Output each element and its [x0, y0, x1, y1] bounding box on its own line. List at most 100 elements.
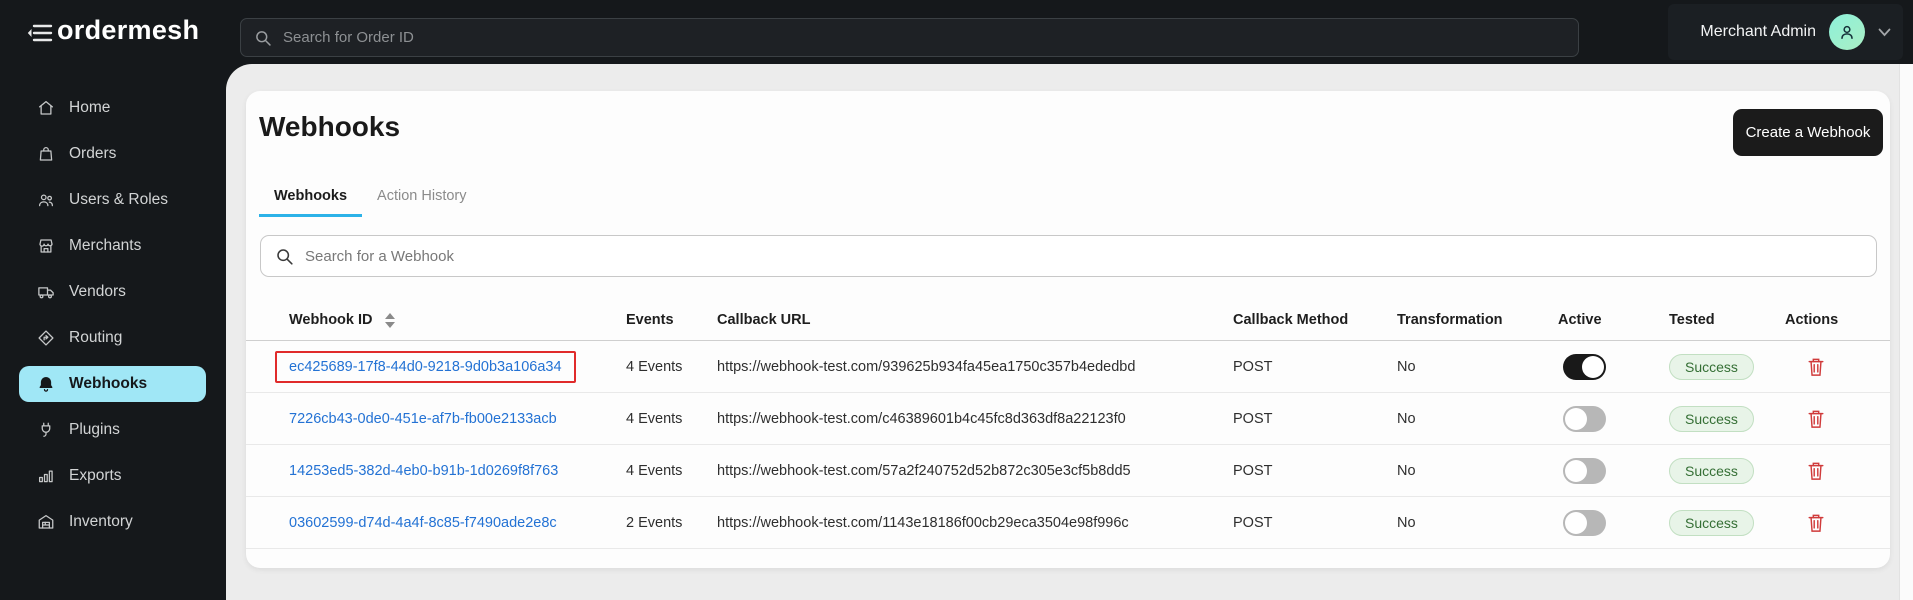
sidebar-item-label: Inventory	[69, 513, 133, 531]
transformation-cell: No	[1397, 463, 1558, 479]
webhook-id-link[interactable]: ec425689-17f8-44d0-9218-9d0b3a106a34	[289, 359, 562, 375]
table-body: ec425689-17f8-44d0-9218-9d0b3a106a34 4 E…	[246, 341, 1890, 549]
tabs: Webhooks Action History	[259, 183, 482, 217]
column-header: Tested	[1669, 312, 1785, 328]
sidebar-item-webhooks[interactable]: Webhooks	[19, 366, 206, 402]
sidebar-item-label: Merchants	[69, 237, 141, 255]
column-header: Actions	[1785, 312, 1890, 328]
callback-url-cell: https://webhook-test.com/1143e18186f00cb…	[717, 515, 1233, 531]
scrollbar[interactable]	[1899, 64, 1913, 600]
column-header: Callback Method	[1233, 312, 1397, 328]
sidebar-item-inventory[interactable]: Inventory	[0, 499, 226, 545]
merchants-icon	[37, 237, 55, 255]
home-icon	[37, 99, 55, 117]
sidebar-item-label: Vendors	[69, 283, 126, 301]
chevron-down-icon	[1878, 28, 1891, 37]
active-toggle[interactable]	[1563, 354, 1606, 380]
callback-method-cell: POST	[1233, 463, 1397, 479]
webhook-id-link[interactable]: 7226cb43-0de0-451e-af7b-fb00e2133acb	[289, 411, 557, 427]
sidebar-item-exports[interactable]: Exports	[0, 453, 226, 499]
webhook-id-link[interactable]: 14253ed5-382d-4eb0-b91b-1d0269f8f763	[289, 463, 558, 479]
plugins-icon	[37, 421, 55, 439]
sidebar-item-merchants[interactable]: Merchants	[0, 223, 226, 269]
sidebar-item-label: Exports	[69, 467, 122, 485]
tested-status-badge: Success	[1669, 458, 1754, 484]
table-row: 03602599-d74d-4a4f-8c85-f7490ade2e8c 2 E…	[246, 497, 1890, 549]
events-cell: 4 Events	[626, 359, 717, 375]
inventory-icon	[37, 513, 55, 531]
events-cell: 4 Events	[626, 463, 717, 479]
trash-icon	[1807, 409, 1825, 429]
sidebar-item-routing[interactable]: Routing	[0, 315, 226, 361]
webhooks-card: Webhooks Create a Webhook Webhooks Actio…	[246, 91, 1890, 568]
column-header: Active	[1558, 312, 1669, 328]
column-header: Events	[626, 312, 717, 328]
active-toggle[interactable]	[1563, 458, 1606, 484]
tested-status-badge: Success	[1669, 354, 1754, 380]
sidebar-item-label: Users & Roles	[69, 191, 168, 209]
sidebar-item-label: Orders	[69, 145, 116, 163]
highlight-box: ec425689-17f8-44d0-9218-9d0b3a106a34	[275, 351, 576, 383]
events-cell: 4 Events	[626, 411, 717, 427]
sidebar-item-plugins[interactable]: Plugins	[0, 407, 226, 453]
page-title: Webhooks	[259, 111, 400, 143]
transformation-cell: No	[1397, 359, 1558, 375]
table-row: ec425689-17f8-44d0-9218-9d0b3a106a34 4 E…	[246, 341, 1890, 393]
users-icon	[37, 191, 55, 209]
sort-icon[interactable]	[385, 313, 395, 328]
table-row: 7226cb43-0de0-451e-af7b-fb00e2133acb 4 E…	[246, 393, 1890, 445]
webhook-id-link[interactable]: 03602599-d74d-4a4f-8c85-f7490ade2e8c	[289, 515, 557, 531]
active-toggle[interactable]	[1563, 406, 1606, 432]
sidebar-item-label: Webhooks	[69, 375, 147, 393]
table-header-row: Webhook IDEventsCallback URLCallback Met…	[246, 300, 1890, 341]
sidebar-collapse-icon[interactable]	[27, 23, 53, 43]
callback-method-cell: POST	[1233, 411, 1397, 427]
order-search-placeholder: Search for Order ID	[283, 29, 414, 46]
tab-action-history[interactable]: Action History	[362, 183, 481, 217]
webhook-search-input[interactable]: Search for a Webhook	[260, 235, 1877, 277]
table-row: 14253ed5-382d-4eb0-b91b-1d0269f8f763 4 E…	[246, 445, 1890, 497]
exports-icon	[37, 467, 55, 485]
transformation-cell: No	[1397, 515, 1558, 531]
webhooks-table: Webhook IDEventsCallback URLCallback Met…	[246, 300, 1890, 549]
delete-webhook-button[interactable]	[1807, 513, 1825, 533]
tested-status-badge: Success	[1669, 510, 1754, 536]
sidebar-item-users-roles[interactable]: Users & Roles	[0, 177, 226, 223]
routing-icon	[37, 329, 55, 347]
active-toggle[interactable]	[1563, 510, 1606, 536]
delete-webhook-button[interactable]	[1807, 409, 1825, 429]
callback-url-cell: https://webhook-test.com/939625b934fa45e…	[717, 359, 1233, 375]
create-webhook-button[interactable]: Create a Webhook	[1733, 109, 1883, 156]
column-header: Callback URL	[717, 312, 1233, 328]
column-header: Transformation	[1397, 312, 1558, 328]
sidebar-item-label: Plugins	[69, 421, 120, 439]
user-name-label: Merchant Admin	[1700, 23, 1816, 41]
sidebar-item-vendors[interactable]: Vendors	[0, 269, 226, 315]
sidebar-item-label: Home	[69, 99, 110, 117]
trash-icon	[1807, 513, 1825, 533]
callback-url-cell: https://webhook-test.com/57a2f240752d52b…	[717, 463, 1233, 479]
sidebar-item-orders[interactable]: Orders	[0, 131, 226, 177]
sidebar-item-home[interactable]: Home	[0, 85, 226, 131]
callback-method-cell: POST	[1233, 515, 1397, 531]
delete-webhook-button[interactable]	[1807, 357, 1825, 377]
callback-method-cell: POST	[1233, 359, 1397, 375]
webhooks-icon	[37, 375, 55, 393]
events-cell: 2 Events	[626, 515, 717, 531]
search-icon	[275, 247, 294, 266]
user-menu[interactable]: Merchant Admin	[1668, 4, 1903, 60]
app-logo: ordermesh	[57, 15, 199, 46]
orders-icon	[37, 145, 55, 163]
search-icon	[254, 29, 272, 47]
callback-url-cell: https://webhook-test.com/c46389601b4c45f…	[717, 411, 1233, 427]
sidebar: Home Orders Users & Roles Merchants Vend…	[0, 85, 226, 545]
vendors-icon	[37, 283, 55, 301]
column-header: Webhook ID	[289, 312, 626, 328]
webhook-search-placeholder: Search for a Webhook	[305, 248, 454, 265]
tab-webhooks[interactable]: Webhooks	[259, 183, 362, 217]
delete-webhook-button[interactable]	[1807, 461, 1825, 481]
trash-icon	[1807, 461, 1825, 481]
order-search-input[interactable]: Search for Order ID	[240, 18, 1579, 57]
avatar	[1829, 14, 1865, 50]
tested-status-badge: Success	[1669, 406, 1754, 432]
